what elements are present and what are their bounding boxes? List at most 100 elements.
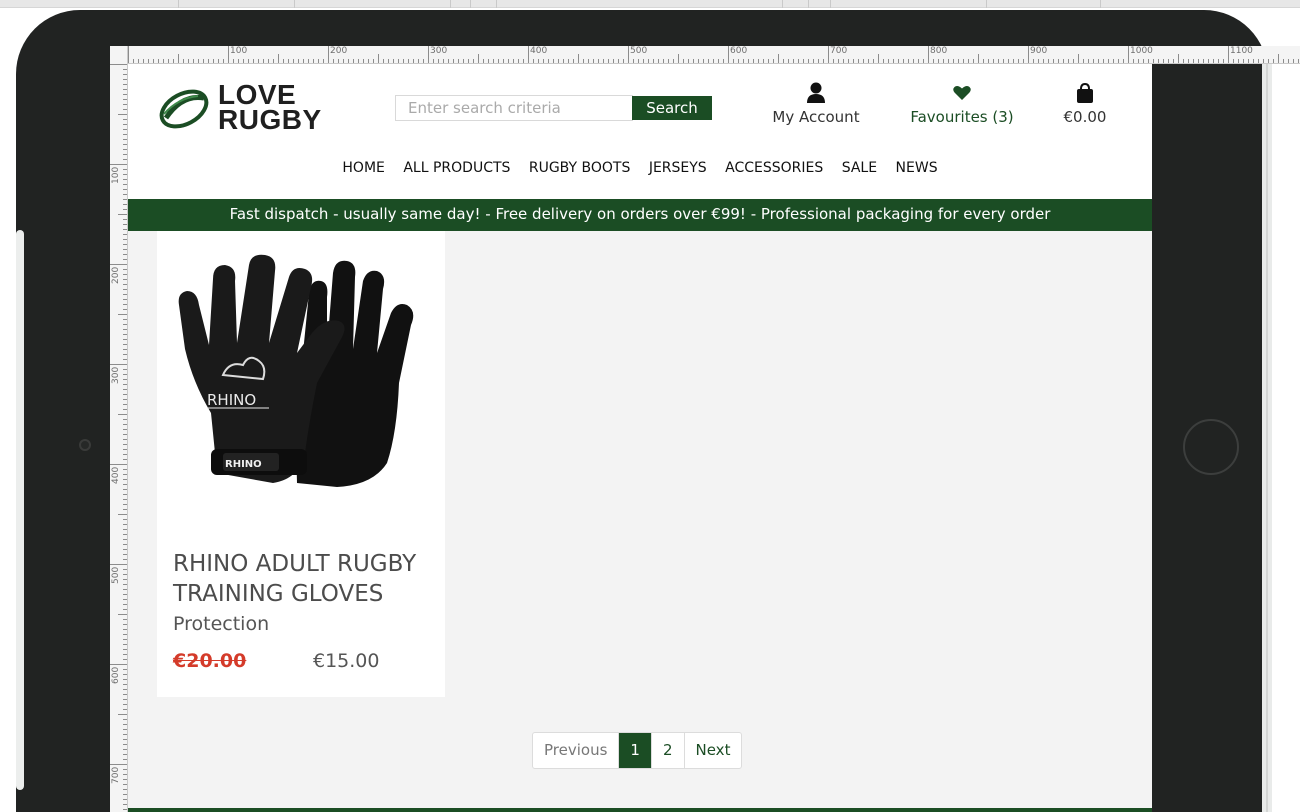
- ruler-tick: [123, 624, 127, 625]
- ruler-tick: [123, 744, 127, 745]
- ruler-tick: [123, 294, 127, 295]
- ruler-tick: [333, 59, 334, 63]
- ruler-tick: [123, 454, 127, 455]
- ruler-tick: [928, 46, 929, 63]
- product-image-gloves[interactable]: RHINO RHINO: [177, 253, 423, 493]
- ruler-tick: [288, 59, 289, 63]
- ruler-tick: [123, 724, 127, 725]
- site-logo[interactable]: LOVE RUGBY: [158, 81, 333, 134]
- ruler-tick: [573, 59, 574, 63]
- ruler-tick: [958, 59, 959, 63]
- ruler-tick: [123, 79, 127, 80]
- ruler-tick: [123, 589, 127, 590]
- ruler-tick: [1278, 54, 1279, 63]
- ruler-tick: [163, 59, 164, 63]
- ruler-tick: [123, 409, 127, 410]
- ruler-tick: [123, 594, 127, 595]
- nav-item-news[interactable]: NEWS: [896, 160, 938, 176]
- nav-item-accessories[interactable]: ACCESSORIES: [725, 160, 823, 176]
- ruler-tick: [123, 229, 127, 230]
- ruler-tick: [1183, 59, 1184, 63]
- ruler-tick: [123, 734, 127, 735]
- ruler-tick: [123, 499, 127, 500]
- ruler-tick: [123, 774, 127, 775]
- product-title[interactable]: RHINO ADULT RUGBY TRAINING GLOVES: [173, 549, 435, 609]
- ruler-tick: [403, 59, 404, 63]
- ruler-tick: [168, 59, 169, 63]
- ruler-tick: [123, 669, 127, 670]
- ruler-tick: [1158, 59, 1159, 63]
- ruler-tick: [988, 59, 989, 63]
- cart-link[interactable]: €0.00: [1046, 82, 1124, 126]
- home-button[interactable]: [1183, 419, 1239, 475]
- pagination-previous[interactable]: Previous: [533, 733, 620, 768]
- product-card[interactable]: RHINO RHINO RHINO ADULT RUGBY TRAINING G…: [157, 231, 445, 697]
- nav-item-jerseys[interactable]: JERSEYS: [649, 160, 707, 176]
- ruler-tick: [1258, 59, 1259, 63]
- search-input[interactable]: [395, 95, 633, 121]
- ruler-tick: [1103, 59, 1104, 63]
- ruler-tick: [1243, 59, 1244, 63]
- ruler-tick: [123, 374, 127, 375]
- ruler-tick: [118, 114, 127, 115]
- ruler-tick: [123, 609, 127, 610]
- ruler-tick: [123, 129, 127, 130]
- ruler-tick: [213, 59, 214, 63]
- pagination-next[interactable]: Next: [685, 733, 742, 768]
- ruler-tick: [1173, 59, 1174, 63]
- ruler-tick: [123, 69, 127, 70]
- ruler-tick: [123, 84, 127, 85]
- ruler-tick: [783, 59, 784, 63]
- ruler-tick: [913, 59, 914, 63]
- ruler-tick: [123, 224, 127, 225]
- ruler-tick: [123, 254, 127, 255]
- ruler-tick: [123, 539, 127, 540]
- ruler-tick: [733, 59, 734, 63]
- ruler-tick: [983, 59, 984, 63]
- ruler-label: 1100: [1230, 46, 1253, 56]
- ruler-tick: [818, 59, 819, 63]
- ruler-tick: [488, 59, 489, 63]
- ruler-tick: [278, 54, 279, 63]
- ruler-label: 500: [630, 46, 648, 56]
- favourites-link[interactable]: Favourites (3): [898, 82, 1026, 126]
- ruler-tick: [110, 464, 127, 465]
- nav-item-all-products[interactable]: ALL PRODUCTS: [403, 160, 510, 176]
- nav-item-home[interactable]: HOME: [342, 160, 384, 176]
- ruler-tick: [123, 204, 127, 205]
- ruler-tick: [188, 59, 189, 63]
- search-button[interactable]: Search: [632, 96, 712, 120]
- ruler-tick: [678, 54, 679, 63]
- ruler-tick: [373, 59, 374, 63]
- ruler-vertical: 100 200 300 400 500 600 700: [110, 46, 128, 812]
- ruler-tick: [123, 334, 127, 335]
- ruler-tick: [658, 59, 659, 63]
- ruler-tick: [123, 419, 127, 420]
- ruler-tick: [123, 309, 127, 310]
- pagination-page-1[interactable]: 1: [619, 733, 652, 768]
- ruler-tick: [123, 324, 127, 325]
- ruler-tick: [808, 59, 809, 63]
- ruler-tick: [603, 59, 604, 63]
- ruler-tick: [123, 259, 127, 260]
- ruler-tick: [123, 389, 127, 390]
- ruler-tick: [123, 154, 127, 155]
- ruler-tick: [218, 59, 219, 63]
- ruler-tick: [738, 59, 739, 63]
- ruler-tick: [358, 59, 359, 63]
- ruler-tick: [263, 59, 264, 63]
- ruler-tick: [1118, 59, 1119, 63]
- pagination-page-2[interactable]: 2: [652, 733, 685, 768]
- nav-item-sale[interactable]: SALE: [842, 160, 877, 176]
- my-account-link[interactable]: My Account: [758, 82, 874, 126]
- ruler-tick: [798, 59, 799, 63]
- ruler-tick: [118, 614, 127, 615]
- ruler-tick: [873, 59, 874, 63]
- ruler-tick: [123, 759, 127, 760]
- ruler-tick: [123, 549, 127, 550]
- ruler-tick: [123, 789, 127, 790]
- nav-item-rugby-boots[interactable]: RUGBY BOOTS: [529, 160, 631, 176]
- ruler-tick: [393, 59, 394, 63]
- ruler-tick: [123, 234, 127, 235]
- ruler-tick: [468, 59, 469, 63]
